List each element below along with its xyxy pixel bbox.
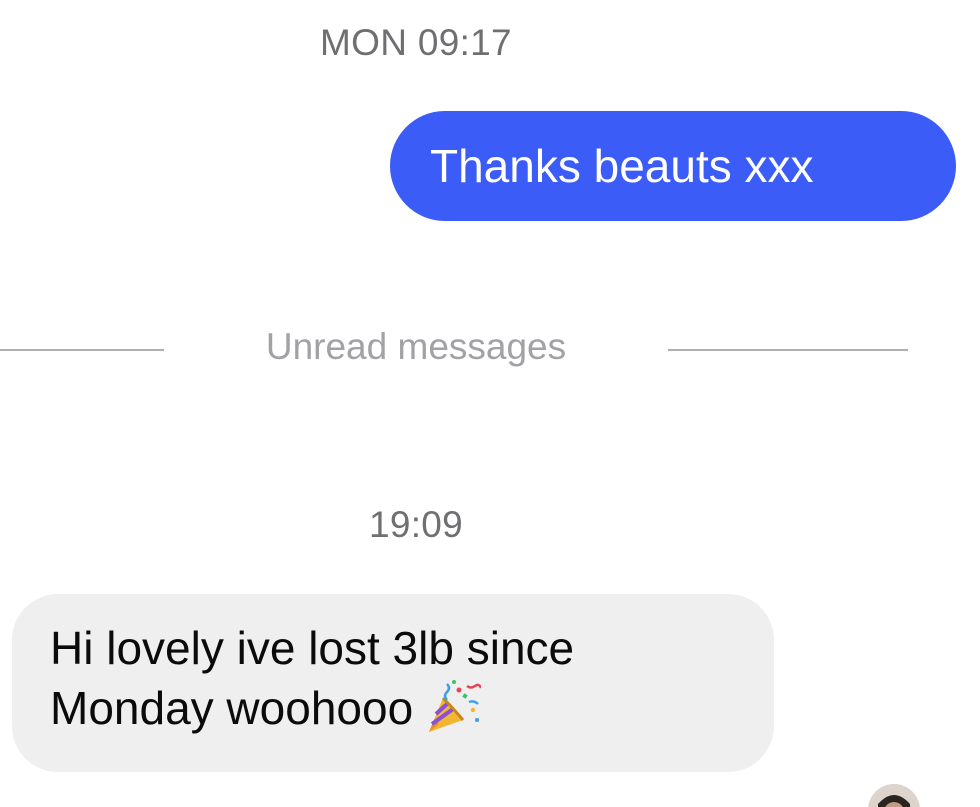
timestamp-1909: 19:09: [368, 504, 464, 545]
avatar[interactable]: [868, 784, 920, 807]
avatar-icon: [868, 784, 920, 807]
incoming-message-line-2: Monday woohooo: [50, 678, 754, 738]
incoming-message-bubble[interactable]: Hi lovely ive lost 3lb since Monday wooh…: [12, 594, 774, 772]
outgoing-message-text: Thanks beauts xxx: [430, 140, 814, 192]
timestamp-mon-0917: MON 09:17: [320, 22, 512, 63]
unread-messages-label: Unread messages: [265, 326, 567, 367]
unread-divider-right-line: [668, 349, 908, 351]
party-popper-icon: [423, 679, 483, 736]
incoming-message-line-2-text: Monday woohooo: [50, 682, 414, 734]
incoming-message-line-1: Hi lovely ive lost 3lb since: [50, 622, 575, 674]
outgoing-message-bubble[interactable]: Thanks beauts xxx: [390, 111, 956, 221]
unread-divider-left-line: [0, 349, 164, 351]
